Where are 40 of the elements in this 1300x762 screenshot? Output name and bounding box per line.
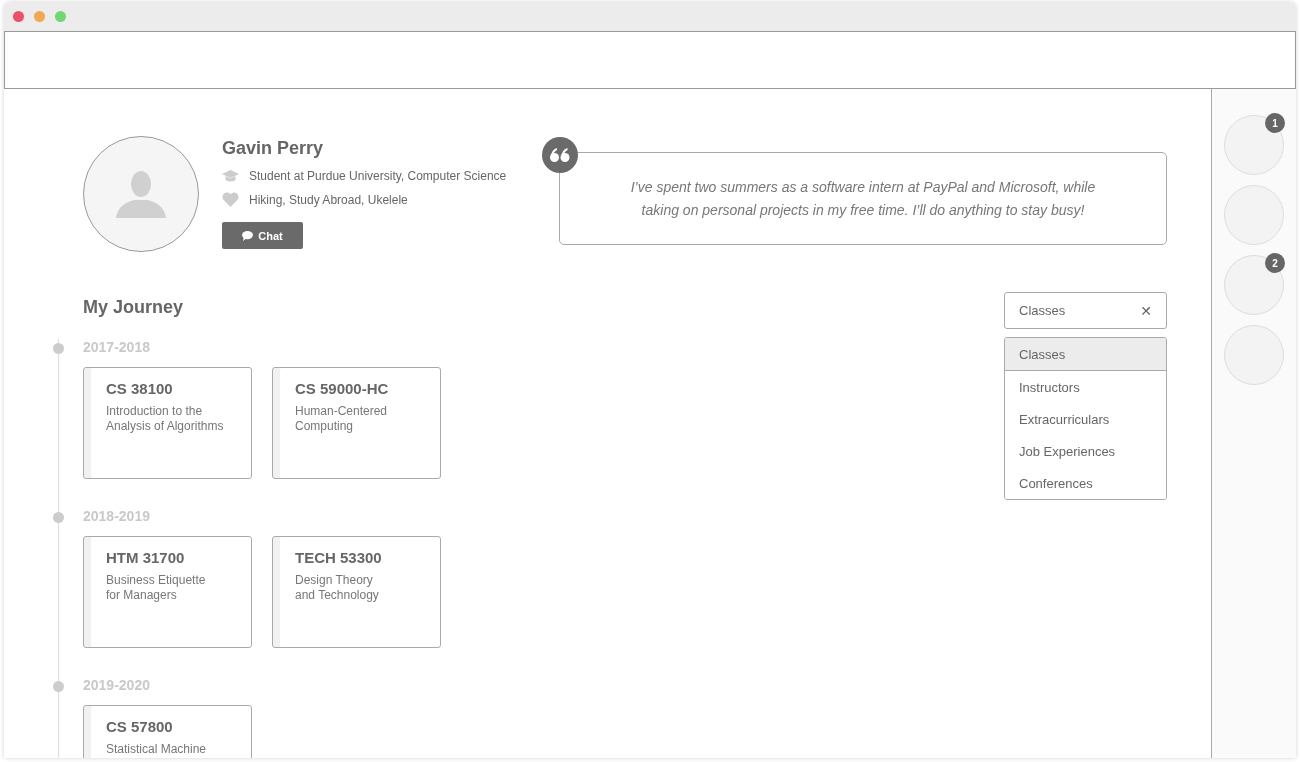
filter-field[interactable]: Classes ✕ <box>1004 292 1167 329</box>
course-code: TECH 53300 <box>295 549 383 566</box>
course-code: CS 38100 <box>106 380 174 397</box>
course-code: CS 57800 <box>106 718 174 735</box>
clear-button[interactable]: ✕ <box>1140 302 1152 319</box>
close-window-icon[interactable] <box>13 11 24 22</box>
speech-bubble-icon <box>242 230 254 241</box>
timeline-dot <box>53 343 64 354</box>
quote-card: I’ve spent two summers as a software intern at PayPal and Microsoft, while taking on personal projects in my free time. I’ll do anything to stay busy! <box>559 152 1167 245</box>
section-title: My Journey <box>83 297 185 318</box>
course-card[interactable]: HTM 31700 Business Etiquette for Managers <box>83 536 252 648</box>
course-title: Human-Centered Computing <box>295 404 389 434</box>
menu-option[interactable]: Classes <box>1005 338 1166 371</box>
course-card[interactable]: CS 38100 Introduction to the Analysis of Algorithms <box>83 367 252 479</box>
timeline-dot <box>53 512 64 523</box>
person-silhouette-icon <box>116 170 166 218</box>
interests-text: Hiking, Study Abroad, Ukelele <box>249 192 408 207</box>
course-title: Statistical Machine <box>106 742 208 757</box>
quote-mark-icon <box>542 137 578 173</box>
course-card[interactable]: CS 57800 Statistical Machine <box>83 705 252 758</box>
course-title: Design Theory and Technology <box>295 573 380 603</box>
course-code: CS 59000-HC <box>295 380 390 397</box>
course-card[interactable]: TECH 53300 Design Theory and Technology <box>272 536 441 648</box>
notification-badge: 2 <box>1265 253 1285 273</box>
filter-value: Classes <box>1019 303 1066 318</box>
education-text: Student at Purdue University, Computer Science <box>249 169 507 183</box>
contact-avatar[interactable]: 1 <box>1224 115 1284 175</box>
course-card[interactable]: CS 59000-HC Human-Centered Computing <box>272 367 441 479</box>
course-code: HTM 31700 <box>106 549 186 566</box>
timeline-dot <box>53 681 64 692</box>
profile-name: Gavin Perry <box>222 138 325 159</box>
contact-avatar[interactable]: 2 <box>1224 255 1284 315</box>
course-title: Business Etiquette for Managers <box>106 573 207 603</box>
heart-icon <box>222 192 239 207</box>
notification-badge: 1 <box>1265 113 1285 133</box>
graduation-cap-icon <box>222 170 239 182</box>
course-title: Introduction to the Analysis of Algorithms <box>106 404 225 434</box>
minimize-window-icon[interactable] <box>34 11 45 22</box>
maximize-window-icon[interactable] <box>55 11 66 22</box>
chat-button[interactable]: Chat <box>222 222 303 249</box>
